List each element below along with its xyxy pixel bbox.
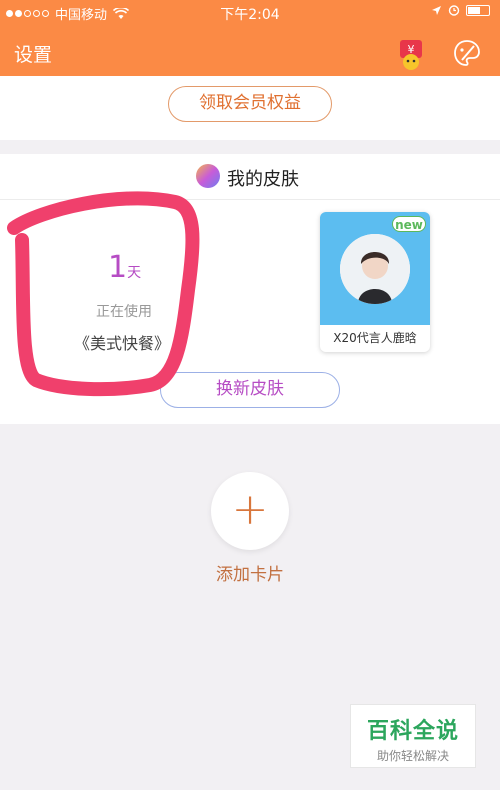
skin-card: 我的皮肤 1天 正在使用 《美式快餐》 new X20代言人鹿晗 换新皮肤	[0, 154, 500, 424]
new-badge: new	[392, 216, 426, 232]
vip-icon[interactable]: ¥	[396, 38, 426, 70]
status-time: 下午2:04	[220, 7, 280, 23]
watermark-subtitle: 助你轻松解决	[376, 749, 449, 763]
status-bar: 中国移动 下午2:04	[0, 0, 500, 24]
skin-section-title: 我的皮肤	[227, 169, 299, 190]
watermark-logo: 百科全说 助你轻松解决	[350, 704, 476, 768]
alarm-icon	[448, 5, 460, 16]
avatar	[340, 234, 410, 304]
skin-preview-card[interactable]: new X20代言人鹿晗	[320, 212, 430, 352]
add-card-button[interactable]: +	[211, 472, 289, 550]
add-card-label: 添加卡片	[216, 565, 284, 585]
palette-icon[interactable]	[452, 38, 482, 68]
watermark-title: 百科全说	[366, 719, 459, 744]
member-card: 领取会员权益	[0, 76, 500, 140]
top-bar: 中国移动 下午2:04 设置 ¥	[0, 0, 500, 76]
plus-icon: +	[231, 484, 269, 535]
preview-caption: X20代言人鹿晗	[333, 331, 417, 345]
days-unit: 天	[127, 265, 142, 281]
skin-header: 我的皮肤	[0, 154, 500, 200]
battery-icon	[466, 4, 490, 16]
location-icon	[432, 5, 441, 15]
current-skin-name: 《美式快餐》	[74, 334, 171, 353]
days-number: 1	[108, 250, 128, 285]
skin-logo-icon	[196, 164, 220, 188]
page-title: 设置	[14, 44, 53, 66]
change-skin-button[interactable]: 换新皮肤	[160, 372, 340, 408]
remaining-days: 1天	[108, 250, 141, 285]
skin-status: 正在使用	[96, 304, 152, 320]
claim-membership-button[interactable]: 领取会员权益	[168, 86, 332, 122]
